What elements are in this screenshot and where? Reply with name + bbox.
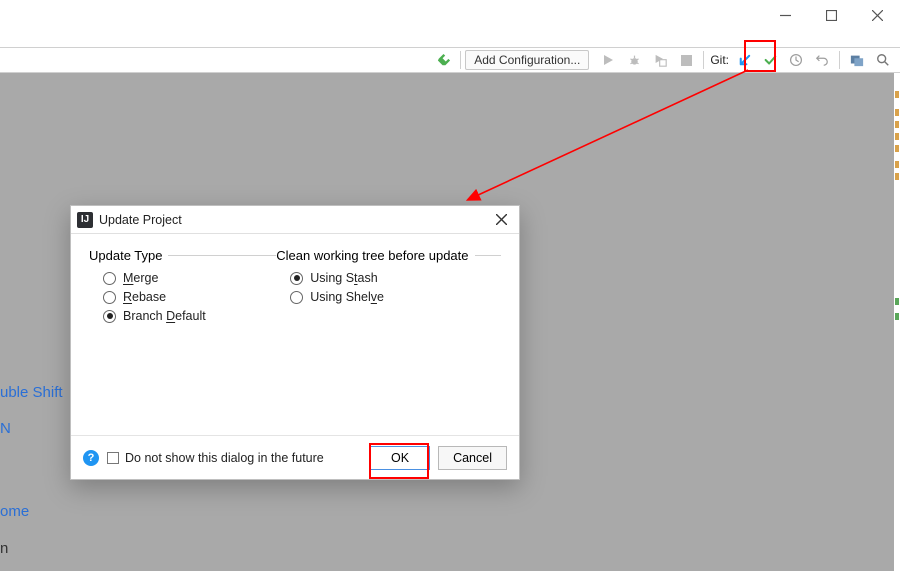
background-hint-link: ome <box>0 503 29 520</box>
ok-button[interactable]: OK <box>370 446 430 470</box>
add-configuration-dropdown[interactable]: Add Configuration... <box>465 50 589 70</box>
gutter-mark <box>895 173 899 180</box>
build-icon[interactable] <box>432 49 454 71</box>
close-icon <box>496 214 507 225</box>
window-maximize-button[interactable] <box>808 0 854 30</box>
separator <box>839 51 840 69</box>
clean-tree-group: Clean working tree before update Using S… <box>276 248 501 435</box>
right-gutter <box>894 73 900 571</box>
radio-merge[interactable]: Merge <box>103 271 276 285</box>
git-label: Git: <box>710 53 729 67</box>
radio-label: Merge <box>123 271 158 285</box>
radio-branch-default[interactable]: Branch Default <box>103 309 276 323</box>
help-icon[interactable]: ? <box>83 450 99 466</box>
radio-icon <box>290 272 303 285</box>
git-update-icon[interactable] <box>733 49 755 71</box>
radio-rebase[interactable]: Rebase <box>103 290 276 304</box>
gutter-mark <box>895 313 899 320</box>
update-project-dialog: IJ Update Project Update Type Merge Reba… <box>70 205 520 480</box>
run-icon[interactable] <box>597 49 619 71</box>
group-title: Update Type <box>89 248 162 263</box>
main-toolbar: Add Configuration... Git: <box>0 47 900 73</box>
gutter-mark <box>895 109 899 116</box>
do-not-show-label: Do not show this dialog in the future <box>125 451 362 465</box>
radio-label: Rebase <box>123 290 166 304</box>
debug-icon[interactable] <box>623 49 645 71</box>
radio-label: Branch Default <box>123 309 206 323</box>
do-not-show-checkbox[interactable] <box>107 452 119 464</box>
gutter-mark <box>895 298 899 305</box>
gutter-mark <box>895 91 899 98</box>
separator <box>168 255 276 256</box>
window-minimize-button[interactable] <box>762 0 808 30</box>
radio-icon <box>103 291 116 304</box>
radio-using-stash[interactable]: Using Stash <box>290 271 501 285</box>
separator <box>475 255 502 256</box>
gutter-mark <box>895 145 899 152</box>
dialog-footer: ? Do not show this dialog in the future … <box>71 435 519 479</box>
dialog-close-button[interactable] <box>491 210 511 230</box>
cancel-button[interactable]: Cancel <box>438 446 507 470</box>
radio-icon <box>103 310 116 323</box>
gutter-mark <box>895 161 899 168</box>
stop-icon[interactable] <box>675 49 697 71</box>
minimize-icon <box>780 10 791 21</box>
app-icon: IJ <box>77 212 93 228</box>
background-hint-link: N <box>0 420 11 437</box>
project-structure-icon[interactable] <box>846 49 868 71</box>
search-icon[interactable] <box>872 49 894 71</box>
add-configuration-label: Add Configuration... <box>474 53 580 67</box>
dialog-title: Update Project <box>99 213 491 227</box>
git-revert-icon[interactable] <box>811 49 833 71</box>
group-title: Clean working tree before update <box>276 248 468 263</box>
separator <box>703 51 704 69</box>
dialog-body: Update Type Merge Rebase Branch Default … <box>71 234 519 435</box>
update-type-group: Update Type Merge Rebase Branch Default <box>89 248 276 435</box>
background-hint-text: n <box>0 540 8 557</box>
gutter-mark <box>895 133 899 140</box>
window-close-button[interactable] <box>854 0 900 30</box>
close-icon <box>872 10 883 21</box>
separator <box>460 51 461 69</box>
git-commit-icon[interactable] <box>759 49 781 71</box>
cancel-label: Cancel <box>453 451 492 465</box>
window-controls <box>762 0 900 30</box>
run-coverage-icon[interactable] <box>649 49 671 71</box>
radio-icon <box>103 272 116 285</box>
maximize-icon <box>826 10 837 21</box>
radio-using-shelve[interactable]: Using Shelve <box>290 290 501 304</box>
git-history-icon[interactable] <box>785 49 807 71</box>
gutter-mark <box>895 121 899 128</box>
ok-label: OK <box>391 451 409 465</box>
dialog-titlebar: IJ Update Project <box>71 206 519 234</box>
radio-label: Using Shelve <box>310 290 384 304</box>
background-hint-link: uble Shift <box>0 384 63 401</box>
radio-label: Using Stash <box>310 271 377 285</box>
radio-icon <box>290 291 303 304</box>
